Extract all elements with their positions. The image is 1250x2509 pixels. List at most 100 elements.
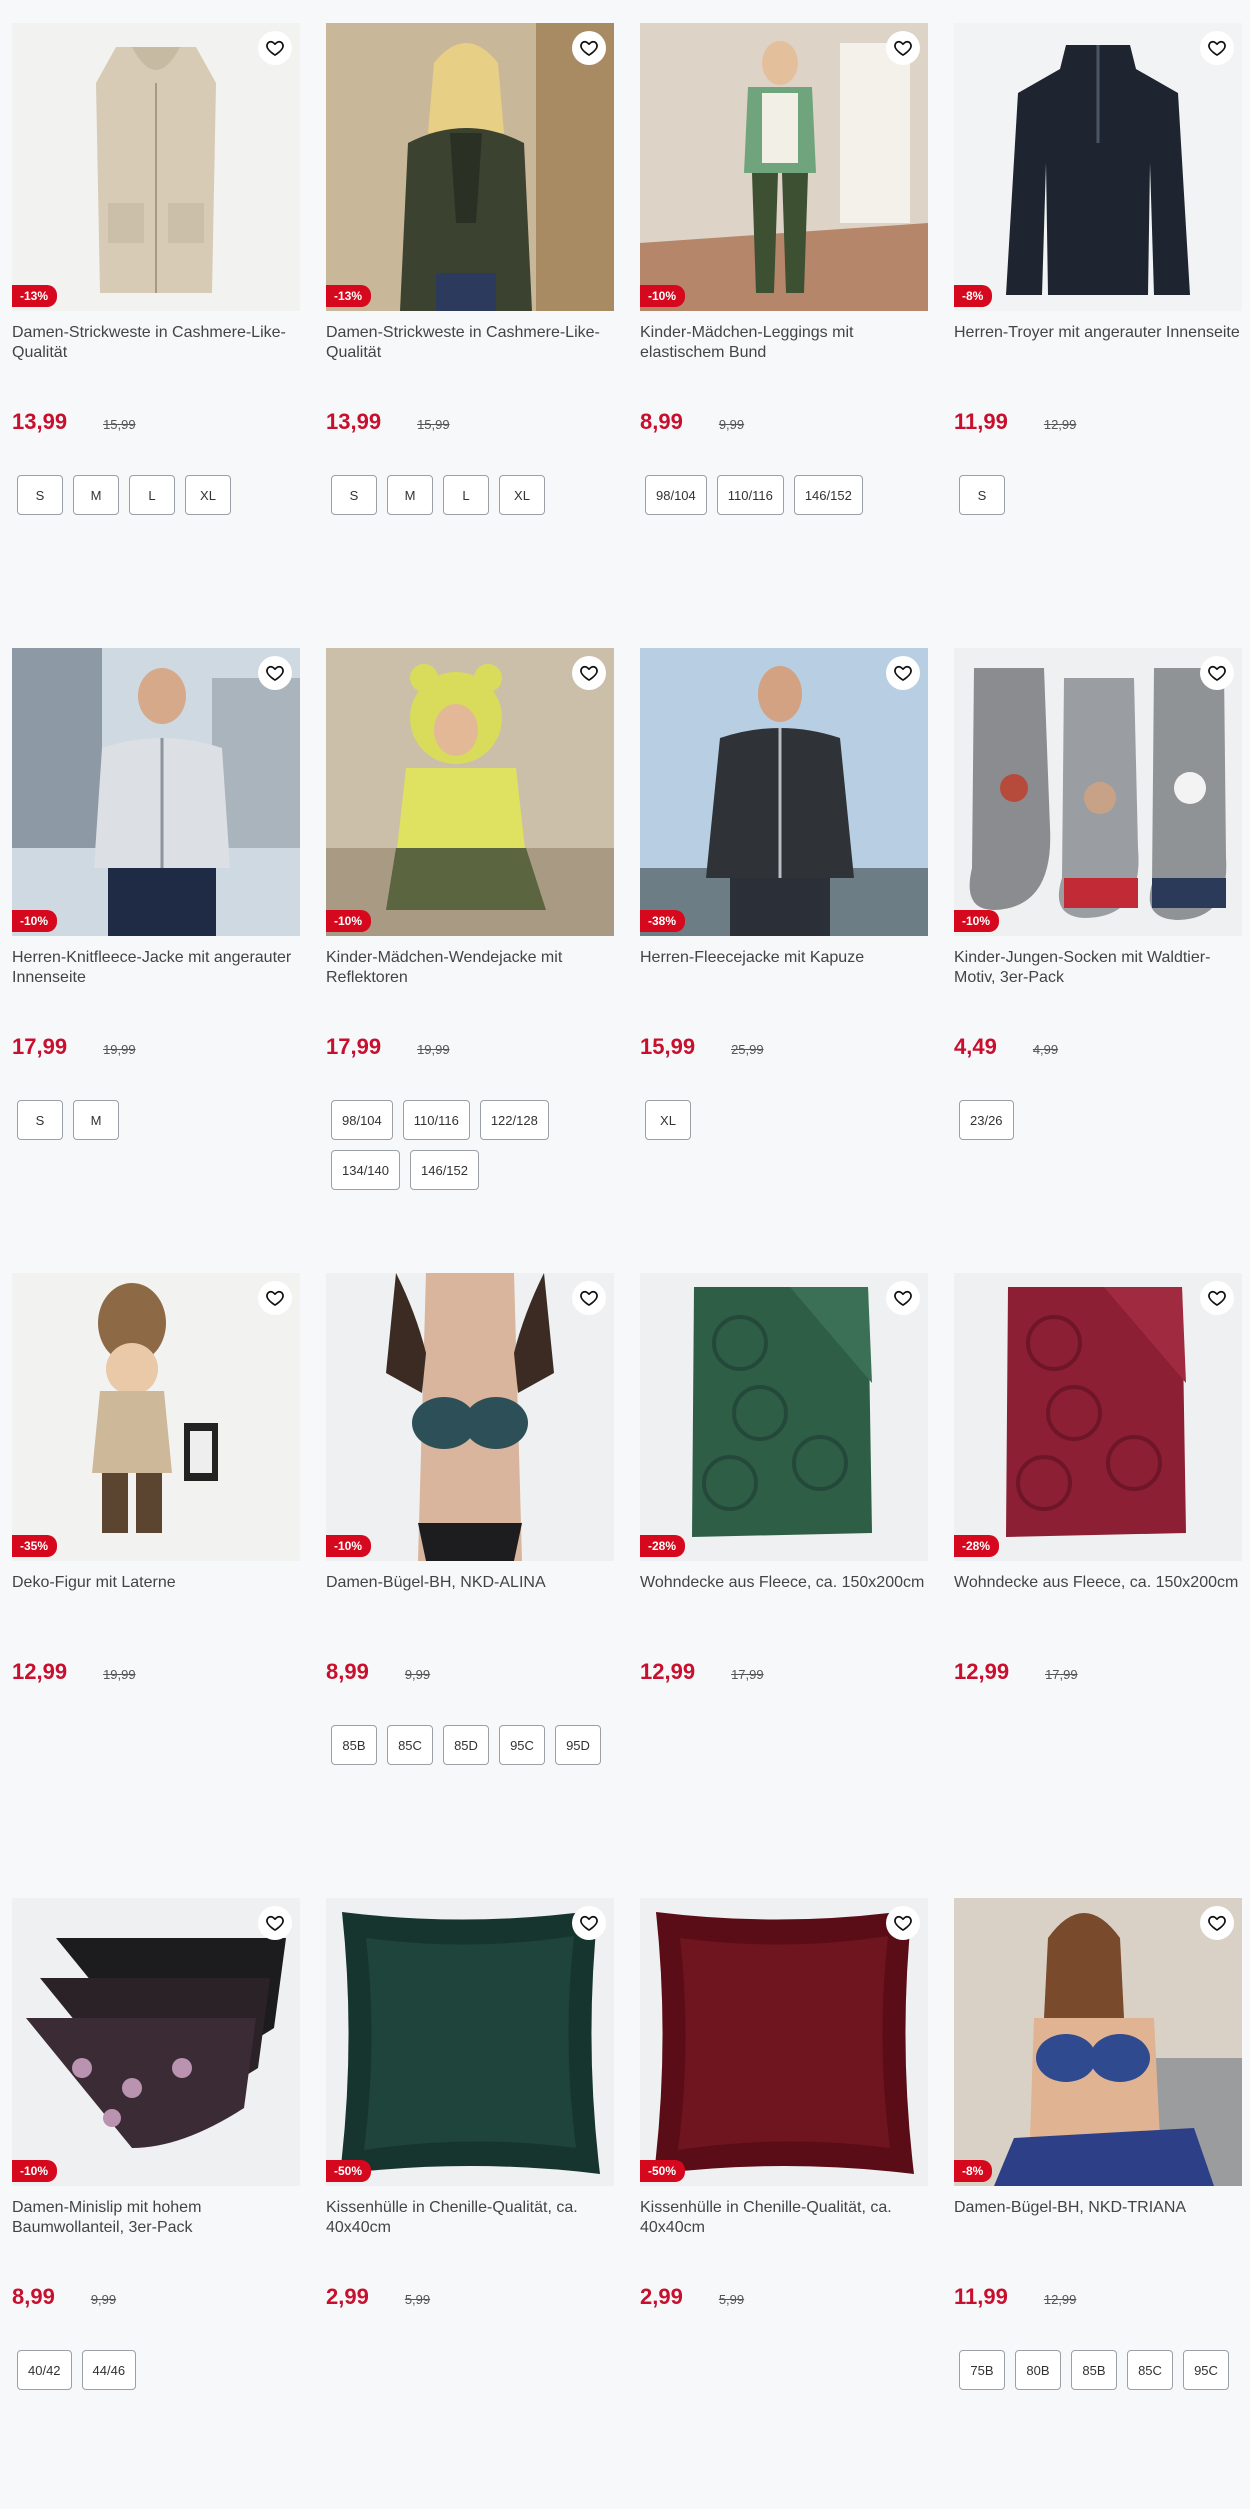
product-title[interactable]: Damen-Minislip mit hohem Baumwollanteil,… [12,2198,300,2238]
product-card[interactable]: -28% Wohndecke aus Fleece, ca. 150x200cm… [640,1273,928,1725]
size-option[interactable]: XL [645,1100,691,1140]
size-option[interactable]: 85D [443,1725,489,1765]
size-option[interactable]: 110/116 [402,1100,470,1140]
product-image[interactable]: -10% [12,1898,300,2186]
product-image[interactable]: -28% [640,1273,928,1561]
size-option[interactable]: 95C [499,1725,545,1765]
product-title[interactable]: Damen-Strickweste in Cashmere-Like-Quali… [326,323,614,363]
size-selector: S M L XL [12,475,301,515]
product-title[interactable]: Kissenhülle in Chenille-Qualität, ca. 40… [640,2198,928,2238]
product-image[interactable]: -8% [954,23,1242,311]
size-option[interactable]: L [443,475,489,515]
product-title[interactable]: Deko-Figur mit Laterne [12,1573,300,1613]
wishlist-heart-icon[interactable] [886,31,920,65]
size-option[interactable]: 134/140 [331,1150,400,1190]
product-image[interactable]: -8% [954,1898,1242,2186]
size-option[interactable]: XL [499,475,545,515]
size-option[interactable]: L [129,475,175,515]
product-image[interactable]: -50% [640,1898,928,2186]
product-card[interactable]: -50% Kissenhülle in Chenille-Qualität, c… [326,1898,614,2350]
wishlist-heart-icon[interactable] [572,1281,606,1315]
size-option[interactable]: 85B [1071,2350,1117,2390]
product-card[interactable]: -8% Damen-Bügel-BH, NKD-TRIANA 11,99 12,… [954,1898,1242,2390]
size-option[interactable]: S [331,475,377,515]
product-title[interactable]: Damen-Bügel-BH, NKD-ALINA [326,1573,614,1613]
product-card[interactable]: -10% Kinder-Mädchen-Wendejacke mit Refle… [326,648,614,1190]
size-option[interactable]: 95C [1183,2350,1229,2390]
product-image[interactable]: -38% [640,648,928,936]
product-image[interactable]: -10% [12,648,300,936]
size-option[interactable]: XL [185,475,231,515]
product-image[interactable]: -10% [326,1273,614,1561]
size-option[interactable]: S [959,475,1005,515]
size-option[interactable]: 85C [1127,2350,1173,2390]
product-image[interactable]: -13% [326,23,614,311]
product-title[interactable]: Kinder-Mädchen-Leggings mit elastischem … [640,323,928,363]
size-option[interactable]: 146/152 [410,1150,479,1190]
size-option[interactable]: 75B [959,2350,1005,2390]
product-title[interactable]: Damen-Bügel-BH, NKD-TRIANA [954,2198,1242,2238]
product-image[interactable]: -10% [640,23,928,311]
wishlist-heart-icon[interactable] [886,656,920,690]
product-card[interactable]: -28% Wohndecke aus Fleece, ca. 150x200cm… [954,1273,1242,1725]
wishlist-heart-icon[interactable] [258,656,292,690]
wishlist-heart-icon[interactable] [1200,1906,1234,1940]
size-option[interactable]: 80B [1015,2350,1061,2390]
size-option[interactable]: 122/128 [479,1100,549,1140]
wishlist-heart-icon[interactable] [572,1906,606,1940]
size-option[interactable]: 95D [555,1725,601,1765]
product-image[interactable]: -10% [954,648,1242,936]
product-image[interactable]: -50% [326,1898,614,2186]
wishlist-heart-icon[interactable] [1200,656,1234,690]
size-option[interactable]: S [17,1100,63,1140]
product-title[interactable]: Damen-Strickweste in Cashmere-Like-Quali… [12,323,300,363]
wishlist-heart-icon[interactable] [1200,1281,1234,1315]
product-card[interactable]: -10% Kinder-Mädchen-Leggings mit elastis… [640,23,928,515]
wishlist-heart-icon[interactable] [1200,31,1234,65]
wishlist-heart-icon[interactable] [258,31,292,65]
product-card[interactable]: -35% Deko-Figur mit Laterne 12,99 19,99 [12,1273,300,1725]
wishlist-heart-icon[interactable] [258,1281,292,1315]
product-card[interactable]: -10% Damen-Minislip mit hohem Baumwollan… [12,1898,300,2390]
product-card[interactable]: -10% Kinder-Jungen-Socken mit Waldtier-M… [954,648,1242,1140]
product-image[interactable]: -35% [12,1273,300,1561]
product-title[interactable]: Herren-Troyer mit angerauter Innenseite [954,323,1242,363]
wishlist-heart-icon[interactable] [572,31,606,65]
size-option[interactable]: 98/104 [331,1100,393,1140]
size-option[interactable]: 98/104 [645,475,707,515]
size-option[interactable]: 146/152 [793,475,863,515]
product-title[interactable]: Kissenhülle in Chenille-Qualität, ca. 40… [326,2198,614,2238]
product-card[interactable]: -10% Herren-Knitfleece-Jacke mit angerau… [12,648,300,1140]
price-row: 8,99 9,99 [12,2284,300,2310]
product-title[interactable]: Herren-Knitfleece-Jacke mit angerauter I… [12,948,300,988]
product-card[interactable]: -13% Damen-Strickweste in Cashmere-Like-… [12,23,300,515]
product-image[interactable]: -28% [954,1273,1242,1561]
product-card[interactable]: -10% Damen-Bügel-BH, NKD-ALINA 8,99 9,99… [326,1273,614,1765]
product-card[interactable]: -8% Herren-Troyer mit angerauter Innense… [954,23,1242,515]
product-title[interactable]: Kinder-Jungen-Socken mit Waldtier-Motiv,… [954,948,1242,988]
size-option[interactable]: M [387,475,433,515]
size-option[interactable]: 85C [387,1725,433,1765]
product-image[interactable]: -13% [12,23,300,311]
wishlist-heart-icon[interactable] [886,1906,920,1940]
original-price: 4,99 [1032,1042,1059,1057]
size-option[interactable]: S [17,475,63,515]
size-option[interactable]: 85B [331,1725,377,1765]
product-title[interactable]: Wohndecke aus Fleece, ca. 150x200cm [954,1573,1242,1613]
size-option[interactable]: 40/42 [17,2350,72,2390]
wishlist-heart-icon[interactable] [886,1281,920,1315]
product-title[interactable]: Herren-Fleecejacke mit Kapuze [640,948,928,988]
product-card[interactable]: -50% Kissenhülle in Chenille-Qualität, c… [640,1898,928,2350]
product-card[interactable]: -13% Damen-Strickweste in Cashmere-Like-… [326,23,614,515]
size-option[interactable]: 44/46 [81,2350,137,2390]
wishlist-heart-icon[interactable] [572,656,606,690]
product-image[interactable]: -10% [326,648,614,936]
size-option[interactable]: M [73,1100,119,1140]
size-option[interactable]: M [73,475,119,515]
wishlist-heart-icon[interactable] [258,1906,292,1940]
product-card[interactable]: -38% Herren-Fleecejacke mit Kapuze 15,99… [640,648,928,1140]
size-option[interactable]: 110/116 [716,475,784,515]
product-title[interactable]: Wohndecke aus Fleece, ca. 150x200cm [640,1573,928,1613]
size-option[interactable]: 23/26 [959,1100,1014,1140]
product-title[interactable]: Kinder-Mädchen-Wendejacke mit Reflektore… [326,948,614,988]
